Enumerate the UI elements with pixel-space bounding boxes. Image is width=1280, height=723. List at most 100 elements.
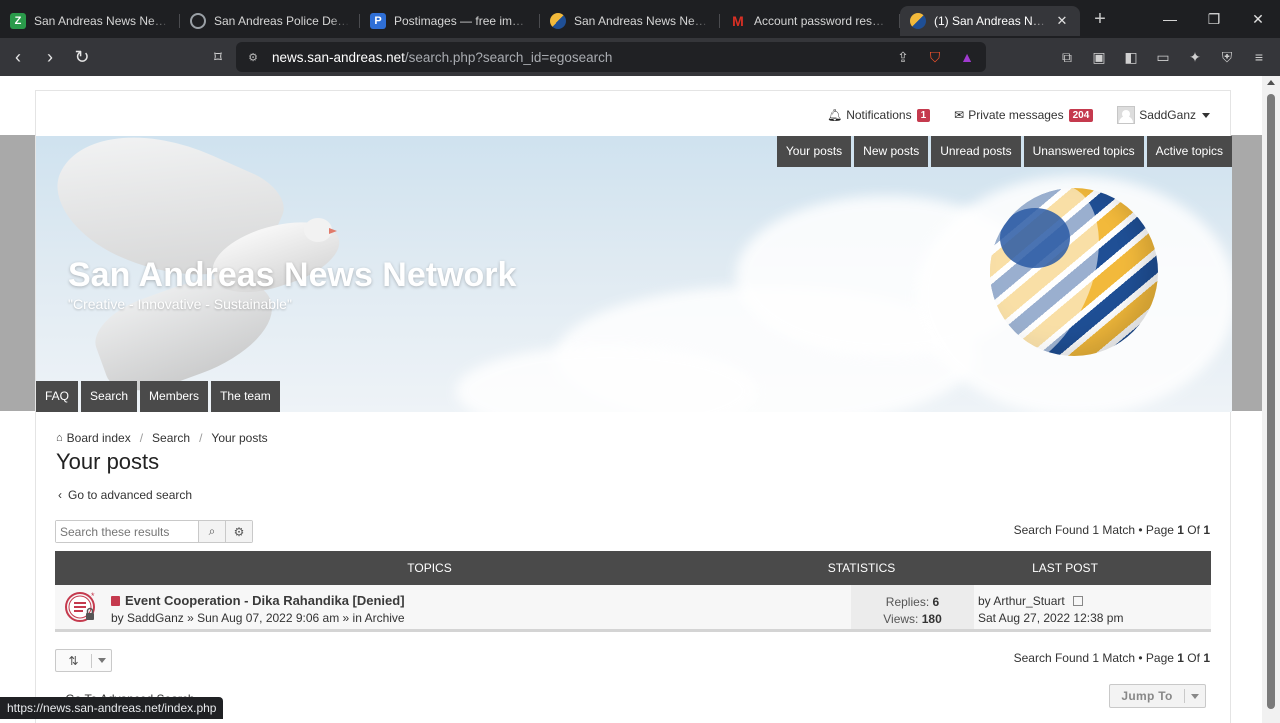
breadcrumb: ⌂ Board index / Search / Your posts [56, 431, 268, 445]
page-title: Your posts [56, 449, 160, 474]
table-header: TOPICS STATISTICS LAST POST [55, 551, 1211, 585]
replies-count: 6 [932, 595, 940, 609]
inbox-icon: ✉︎ [954, 108, 965, 122]
wallet-icon[interactable]: ▭ [1150, 44, 1176, 70]
pm-badge: 204 [1068, 108, 1094, 122]
url-text[interactable]: news.san-andreas.net/search.php?search_i… [272, 50, 612, 65]
the-team-button[interactable]: The team [211, 381, 280, 412]
forum-link[interactable]: Archive [365, 611, 405, 625]
new-tab-icon[interactable]: + [1086, 5, 1114, 33]
chevron-down-icon [92, 658, 111, 663]
tab-title: San Andreas Police Department [214, 14, 350, 28]
topic-title-link[interactable]: Event Cooperation - Dika Rahandika [Deni… [125, 593, 405, 608]
browser-tab[interactable]: Z San Andreas News Network [0, 6, 180, 36]
brave-rewards-icon[interactable]: ▲ [956, 46, 978, 68]
tab-title: San Andreas News Network [34, 14, 170, 28]
search-result-count-bottom: Search Found 1 Match • Page 1 Of 1 [1013, 651, 1210, 665]
active-topics-button[interactable]: Active topics [1146, 136, 1232, 167]
new-posts-button[interactable]: New posts [854, 136, 929, 167]
header-last-post: LAST POST [1032, 561, 1098, 575]
back-icon[interactable]: ‹ [4, 43, 32, 71]
site-info-icon[interactable]: ⚙ [246, 50, 260, 64]
gear-icon[interactable]: ⚙ [225, 521, 252, 542]
views-count: 180 [921, 612, 942, 626]
extensions-icon[interactable]: ⧉ [1054, 44, 1080, 70]
your-posts-button[interactable]: Your posts [776, 136, 852, 167]
jump-to-dropdown[interactable]: Jump To [1109, 684, 1206, 708]
browser-toolbar: ‹ › ↻ ⌑ ⚙ news.san-andreas.net/search.ph… [0, 38, 1280, 76]
site-title[interactable]: San Andreas News Network [68, 256, 516, 295]
leo-ai-icon[interactable]: ✦ [1182, 44, 1208, 70]
sort-icon: ⇅ [56, 653, 92, 668]
svg-text:*: * [91, 591, 95, 601]
sort-options-button[interactable]: ⇅ [55, 649, 112, 672]
breadcrumb-your-posts[interactable]: Your posts [211, 431, 267, 445]
browser-tab[interactable]: M Account password reset - s [720, 6, 900, 36]
results-table: TOPICS STATISTICS LAST POST * Event Coop… [55, 551, 1211, 632]
last-post-author-link[interactable]: Arthur_Stuart [993, 594, 1064, 608]
breadcrumb-board-index[interactable]: Board index [67, 431, 131, 445]
page-scrollbar[interactable] [1262, 76, 1280, 723]
menu-icon[interactable]: ≡ [1246, 44, 1272, 70]
snn-orb-favicon-icon [550, 13, 566, 29]
globe-icon [190, 13, 206, 29]
search-result-count: Search Found 1 Match • Page 1 Of 1 [1013, 523, 1210, 537]
header-topics: TOPICS [407, 561, 452, 575]
members-button[interactable]: Members [140, 381, 209, 412]
bell-icon: 🔔︎ [826, 108, 843, 122]
scroll-up-icon[interactable] [1267, 80, 1275, 85]
unanswered-topics-button[interactable]: Unanswered topics [1023, 136, 1144, 167]
username: SaddGanz [1139, 108, 1196, 122]
view-latest-post-icon[interactable] [1073, 596, 1084, 606]
brave-shields-icon[interactable]: ⛉ [924, 46, 946, 68]
chevron-left-icon: ‹ [58, 488, 62, 502]
window-controls: — ❐ ✕ [1148, 0, 1280, 38]
browser-tab[interactable]: San Andreas News Network [540, 6, 720, 36]
topic-date: » Sun Aug 07, 2022 9:06 am » in [187, 611, 362, 625]
scrollbar-thumb[interactable] [1267, 94, 1275, 709]
restore-icon[interactable]: ❐ [1192, 0, 1236, 38]
advanced-search-link[interactable]: ‹ Go to advanced search [58, 488, 192, 502]
search-button[interactable]: Search [81, 381, 138, 412]
chevron-down-icon [1202, 112, 1210, 118]
browser-tab[interactable]: San Andreas Police Department [180, 6, 360, 36]
reader-mode-icon[interactable]: ▣ [1086, 44, 1112, 70]
breadcrumb-search[interactable]: Search [152, 431, 190, 445]
gmail-favicon-icon: M [732, 13, 744, 29]
user-bar: 🔔︎ Notifications 1 ✉︎ Private messages 2… [827, 105, 1210, 125]
forum-wrapper: 🔔︎ Notifications 1 ✉︎ Private messages 2… [35, 90, 1232, 723]
tab-title: Postimages — free image hosting [394, 14, 530, 28]
private-messages-link[interactable]: ✉︎ Private messages 204 [954, 108, 1094, 122]
notifications-link[interactable]: 🔔︎ Notifications 1 [826, 108, 931, 122]
browser-tab-active[interactable]: (1) San Andreas News ✕ [900, 6, 1080, 36]
last-post: by Arthur_Stuart Sat Aug 27, 2022 12:38 … [974, 585, 1211, 629]
vpn-icon[interactable]: ⛨ [1214, 44, 1240, 70]
topic-statistics: Replies: 6 Views: 180 [851, 585, 974, 629]
main-nav: FAQ Search Members The team [36, 381, 280, 412]
topic-author-link[interactable]: SaddGanz [127, 611, 184, 625]
sidebar-icon[interactable]: ◧ [1118, 44, 1144, 70]
address-bar[interactable]: ⚙ news.san-andreas.net/search.php?search… [236, 42, 986, 72]
user-menu[interactable]: SaddGanz [1117, 106, 1210, 124]
search-results-form: ⌕ ⚙ [55, 520, 253, 543]
home-icon: ⌂ [56, 432, 63, 444]
bookmark-icon[interactable]: ⌑ [204, 43, 232, 71]
forward-icon[interactable]: › [36, 43, 64, 71]
postimages-favicon-icon: P [370, 13, 386, 29]
close-tab-icon[interactable]: ✕ [1054, 13, 1070, 29]
browser-tab[interactable]: P Postimages — free image hosting [360, 6, 540, 36]
snn-favicon-icon: Z [10, 13, 26, 29]
unread-posts-button[interactable]: Unread posts [931, 136, 1021, 167]
faq-button[interactable]: FAQ [36, 381, 79, 412]
tab-title: (1) San Andreas News [934, 14, 1048, 28]
tab-title: Account password reset - s [754, 14, 890, 28]
share-icon[interactable]: ⇪ [892, 46, 914, 68]
close-window-icon[interactable]: ✕ [1236, 0, 1280, 38]
avatar [1117, 106, 1136, 124]
search-results-input[interactable] [56, 521, 198, 542]
minimize-icon[interactable]: — [1148, 0, 1192, 38]
header-statistics: STATISTICS [827, 561, 896, 575]
snn-orb-favicon-icon [910, 13, 926, 29]
search-icon[interactable]: ⌕ [198, 521, 225, 542]
reload-icon[interactable]: ↻ [68, 43, 96, 71]
